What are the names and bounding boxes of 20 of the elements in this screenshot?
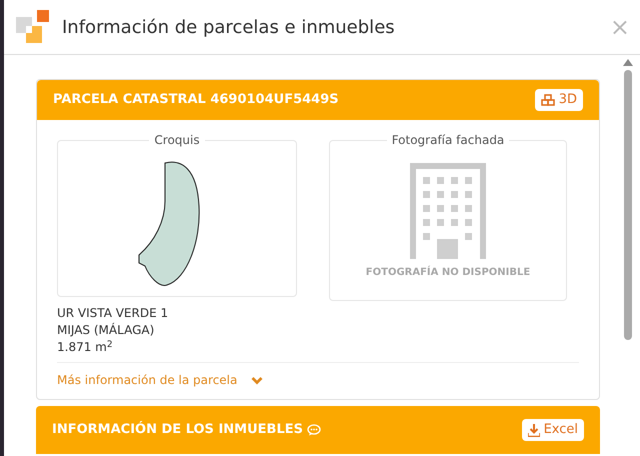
address-line: MIJAS (MÁLAGA) xyxy=(57,322,156,339)
photo-caption: FOTOGRAFÍA NO DISPONIBLE xyxy=(366,265,530,280)
address-line: 1.871 m$^{2}$ xyxy=(57,339,114,356)
logo-icon xyxy=(14,9,50,45)
frame-legend: Croquis xyxy=(149,132,205,148)
frame-legend: Fotografía fachada xyxy=(386,132,510,148)
more-info-link[interactable]: Más información de la parcela xyxy=(57,371,579,389)
close-button[interactable]: × xyxy=(610,15,630,39)
window-title: Información de parcelas e inmuebles xyxy=(62,16,395,40)
scrollbar-thumb[interactable] xyxy=(624,70,632,340)
download-icon xyxy=(528,424,540,436)
address-line: UR VISTA VERDE 1 xyxy=(57,305,170,322)
excel-button[interactable]: Excel xyxy=(522,419,584,441)
3d-button[interactable]: 3D xyxy=(534,89,583,111)
card-title: INFORMACIÓN DE LOS INMUEBLES xyxy=(52,420,303,440)
speech-bubble-icon xyxy=(306,424,321,436)
card-title: PARCELA CATASTRAL 4690104UF5449S xyxy=(53,91,339,110)
building-icon xyxy=(410,163,486,259)
scroll-up-icon[interactable] xyxy=(623,59,633,66)
cubes-icon xyxy=(540,94,555,106)
